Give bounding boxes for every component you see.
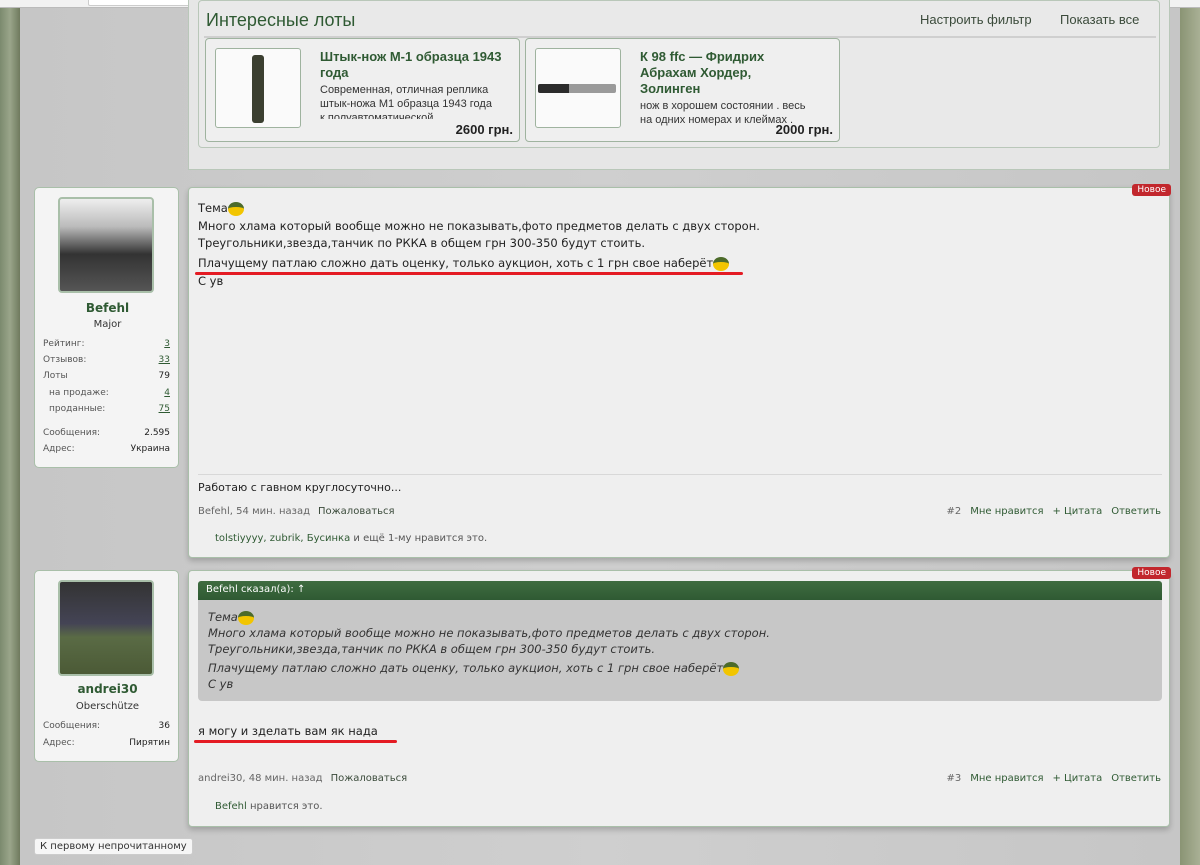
lot-title[interactable]: К 98 ffc — Фридрих Абрахам Хордер, Золин… bbox=[640, 49, 800, 97]
quote-button[interactable]: + Цитата bbox=[1052, 773, 1102, 784]
post-line: С ув bbox=[198, 274, 224, 288]
lot-price: 2600 грн. bbox=[455, 122, 513, 137]
reply-button[interactable]: Ответить bbox=[1111, 506, 1161, 517]
stat-reviews: Отзывов: 33 bbox=[43, 355, 170, 365]
stat-messages: Сообщения: 2.595 bbox=[43, 428, 170, 438]
smiley-icon bbox=[723, 661, 740, 676]
quote-body: Тема Много хлама который вообще можно не… bbox=[208, 610, 770, 691]
likes-summary: Befehl нравится это. bbox=[215, 801, 323, 812]
smiley-icon bbox=[227, 201, 244, 216]
quote-header[interactable]: Befehl сказал(а): ↑ bbox=[198, 581, 1162, 600]
stat-lots: Лоты 79 bbox=[43, 371, 170, 381]
like-button[interactable]: Мне нравится bbox=[970, 506, 1043, 517]
lot-price: 2000 грн. bbox=[775, 122, 833, 137]
author-time[interactable]: andrei30, 48 мин. назад bbox=[198, 773, 323, 784]
new-badge: Новое bbox=[1132, 567, 1171, 579]
signature-divider bbox=[198, 474, 1162, 475]
user-card: andrei30 Oberschütze Сообщения: 36 Адрес:… bbox=[34, 570, 179, 762]
post: Новое Befehl сказал(а): ↑ Тема Много хла… bbox=[188, 567, 1171, 827]
avatar[interactable] bbox=[58, 580, 154, 676]
lot-description: Современная, отличная реплика штык-ножа … bbox=[320, 84, 492, 119]
stat-rating: Рейтинг: 3 bbox=[43, 339, 170, 349]
author-time[interactable]: Befehl, 54 мин. назад bbox=[198, 506, 310, 517]
post: Новое Тема Много хлама который вообще мо… bbox=[188, 184, 1171, 558]
post-meta: andrei30, 48 мин. назад Пожаловаться bbox=[198, 773, 415, 784]
user-card: Befehl Major Рейтинг: 3 Отзывов: 33 Лоты 79… bbox=[34, 187, 179, 468]
quote-block: Befehl сказал(а): ↑ Тема Много хлама кот… bbox=[198, 581, 1162, 701]
lot-image[interactable] bbox=[535, 48, 621, 128]
user-rank: Major bbox=[93, 319, 122, 330]
show-all-link[interactable]: Показать все bbox=[1060, 12, 1139, 27]
stat-sold: проданные: 75 bbox=[49, 404, 170, 414]
stat-on-sale: на продаже: 4 bbox=[49, 388, 170, 398]
smiley-icon bbox=[713, 256, 730, 271]
username[interactable]: Befehl bbox=[35, 301, 180, 315]
lot-card[interactable]: К 98 ffc — Фридрих Абрахам Хордер, Золин… bbox=[525, 38, 840, 142]
likes-summary: tolstiyyyy, zubrik, Бусинка и ещё 1-му н… bbox=[215, 533, 488, 544]
lot-title[interactable]: Штык-нож М-1 образца 1943 года bbox=[320, 49, 510, 81]
post-number[interactable]: #2 bbox=[946, 506, 961, 517]
post-meta: Befehl, 54 мин. назад Пожаловаться bbox=[198, 506, 403, 517]
like-button[interactable]: Мне нравится bbox=[970, 773, 1043, 784]
avatar[interactable] bbox=[58, 197, 154, 293]
user-rank: Oberschütze bbox=[75, 701, 140, 712]
lots-title: Интересные лоты bbox=[206, 10, 356, 30]
post-actions: #2 Мне нравится + Цитата Ответить bbox=[946, 506, 1161, 517]
lot-card[interactable]: Штык-нож М-1 образца 1943 года Современн… bbox=[205, 38, 520, 142]
post-number[interactable]: #3 bbox=[946, 773, 961, 784]
smiley-icon bbox=[237, 610, 254, 625]
post-text: я могу и зделать вам як нада bbox=[198, 724, 378, 738]
stat-address: Адрес: Украина bbox=[43, 444, 170, 454]
reply-button[interactable]: Ответить bbox=[1111, 773, 1161, 784]
post-line: Тема bbox=[198, 200, 244, 216]
red-underline-annotation bbox=[194, 740, 397, 743]
filter-link[interactable]: Настроить фильтр bbox=[920, 12, 1032, 27]
signature: Работаю с гавном круглосуточно... bbox=[198, 481, 402, 494]
first-unread-button[interactable]: К первому непрочитанному bbox=[34, 838, 193, 855]
post-line: Плачущему патлаю сложно дать оценку, тол… bbox=[198, 255, 730, 271]
quote-button[interactable]: + Цитата bbox=[1052, 506, 1102, 517]
report-link[interactable]: Пожаловаться bbox=[318, 506, 395, 517]
post-actions: #3 Мне нравится + Цитата Ответить bbox=[946, 773, 1161, 784]
stat-messages: Сообщения: 36 bbox=[43, 721, 170, 731]
username[interactable]: andrei30 bbox=[35, 682, 180, 696]
post-line: Много хлама который вообще можно не пока… bbox=[198, 219, 760, 233]
report-link[interactable]: Пожаловаться bbox=[331, 773, 408, 784]
new-badge: Новое bbox=[1132, 184, 1171, 196]
post-line: Треугольники,звезда,танчик по РККА в общ… bbox=[198, 236, 646, 250]
stat-address: Адрес: Пирятин bbox=[43, 738, 170, 748]
lot-image[interactable] bbox=[215, 48, 301, 128]
red-underline-annotation bbox=[195, 272, 743, 275]
